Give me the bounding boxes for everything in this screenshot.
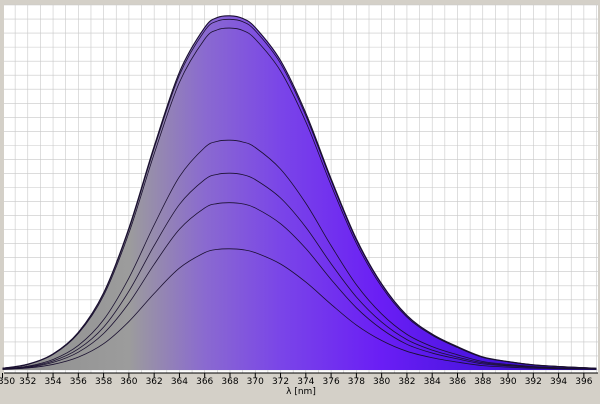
x-tick-label: 392 (525, 377, 542, 387)
x-tick-label: 390 (499, 377, 516, 387)
x-tick-label: 396 (575, 377, 592, 387)
x-tick-label: 372 (272, 377, 289, 387)
chart-svg: 350 352 354 356 358 360 362 364 366 368 370 372 374 3… (0, 0, 600, 400)
x-tick-label: 364 (171, 377, 188, 387)
x-tick-label: 376 (323, 377, 340, 387)
x-tick-label: 388 (474, 377, 491, 387)
x-tick-label: 370 (247, 377, 264, 387)
x-tick-label: 382 (398, 377, 415, 387)
x-tick-label: 374 (297, 377, 314, 387)
x-tick-label: 358 (95, 377, 112, 387)
x-tick-label: 362 (146, 377, 163, 387)
x-tick-label: 380 (373, 377, 390, 387)
x-tick-label: 350 (0, 377, 15, 387)
x-tick-label: 378 (348, 377, 365, 387)
x-tick-label: 394 (550, 377, 567, 387)
x-tick-label: 384 (424, 377, 441, 387)
x-axis-label: λ [nm] (286, 387, 316, 397)
x-tick-label: 386 (449, 377, 466, 387)
x-tick-label: 360 (120, 377, 137, 387)
x-tick-label: 354 (44, 377, 61, 387)
x-tick-label: 356 (70, 377, 87, 387)
x-tick-label: 352 (19, 377, 36, 387)
x-tick-label: 366 (196, 377, 213, 387)
x-tick-label: 368 (221, 377, 238, 387)
spectrum-chart: 350 352 354 356 358 360 362 364 366 368 370 372 374 3… (0, 0, 600, 400)
